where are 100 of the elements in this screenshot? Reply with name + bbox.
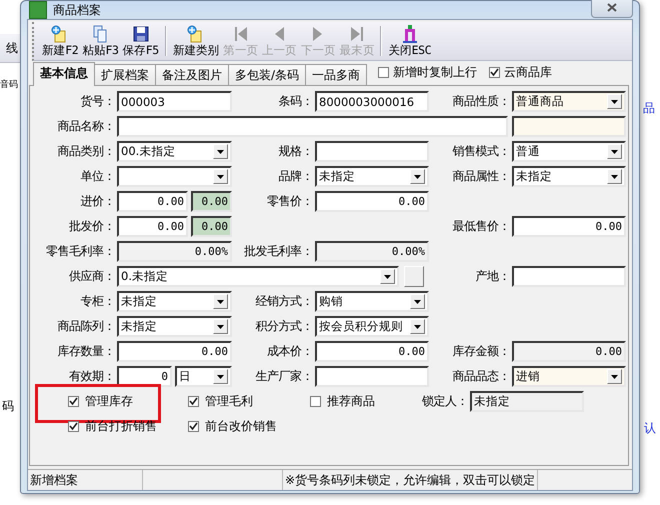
input-field[interactable] [512, 116, 626, 137]
background-text: 认 [644, 420, 656, 437]
dropdown-button[interactable] [410, 169, 425, 184]
dropdown-button[interactable] [213, 369, 228, 384]
checkbox-label: 新增时复制上行 [393, 64, 478, 81]
readonly-field: 0.00 [512, 341, 626, 362]
dropdown-button[interactable] [410, 319, 425, 334]
input-field[interactable]: 0.00 [117, 191, 188, 212]
input-field[interactable]: 0.00 [191, 191, 232, 212]
dropdown-field[interactable]: 日 [175, 366, 232, 387]
caret-icon [217, 374, 224, 378]
caret-icon [217, 174, 224, 178]
dropdown-button[interactable] [607, 94, 622, 109]
dropdown-field[interactable]: 00.未指定 [117, 141, 232, 162]
field-label: 积分方式： [254, 318, 314, 335]
dropdown-button[interactable] [213, 169, 228, 184]
status-text: 新增档案 [28, 470, 143, 490]
field-label: 专柜： [80, 293, 116, 310]
caret-icon [611, 150, 618, 154]
tab[interactable]: 备注及图片 [155, 64, 229, 85]
field-label: 商品陈列： [56, 318, 116, 335]
field-label: 单位： [80, 168, 116, 185]
dropdown-button[interactable] [213, 144, 228, 159]
dropdown-field[interactable]: 0.未指定 [117, 266, 399, 287]
caret-icon [217, 324, 224, 328]
checkbox[interactable] [188, 396, 199, 407]
field-label: 品牌： [278, 168, 314, 185]
caret-icon [384, 274, 391, 278]
caret-icon [414, 324, 421, 328]
dropdown-field[interactable]: 未指定 [315, 166, 429, 187]
dropdown-field[interactable]: 进销 [512, 366, 626, 387]
field-label: 商品名称： [56, 118, 116, 135]
input-field[interactable]: 0.00 [117, 341, 232, 362]
caret-icon [611, 100, 618, 104]
input-field[interactable]: 0.00 [315, 191, 429, 212]
caret-icon [414, 300, 421, 304]
field-label: 有效期： [68, 368, 116, 385]
tab[interactable]: 扩展档案 [94, 64, 156, 85]
tab[interactable]: 一品多商 [305, 64, 368, 85]
input-field[interactable] [315, 366, 429, 387]
checkbox-label: 前台改价销售 [205, 418, 277, 435]
dropdown-button[interactable] [607, 144, 622, 159]
dropdown-button[interactable] [410, 294, 425, 309]
field-label: 库存数量： [56, 343, 116, 360]
checkbox[interactable] [378, 67, 390, 78]
browse-button[interactable] [404, 266, 424, 287]
close-button[interactable] [591, 0, 633, 18]
field-label: 商品性质： [452, 93, 511, 110]
checkbox[interactable] [489, 67, 500, 78]
dropdown-button[interactable] [380, 269, 395, 284]
tab[interactable]: 基本信息 [33, 62, 95, 86]
dropdown-field[interactable]: 购销 [315, 291, 429, 312]
input-field[interactable]: 0.00 [512, 216, 626, 237]
dropdown-field[interactable]: 普通商品 [512, 91, 626, 112]
checkbox-label: 前台打折销售 [85, 418, 157, 435]
dropdown-button[interactable] [607, 369, 622, 384]
dropdown-button[interactable] [213, 319, 228, 334]
checkbox-label: 管理毛利 [205, 393, 253, 410]
toolbar-button[interactable]: 保存F5 [120, 25, 161, 58]
dropdown-field[interactable]: 普通 [512, 141, 626, 162]
caret-icon [217, 150, 224, 154]
field-label: 零售价： [266, 193, 314, 210]
caret-icon [414, 174, 421, 178]
background-text: 音码 [0, 78, 18, 91]
dropdown-field[interactable]: 未指定 [512, 166, 626, 187]
input-field[interactable]: 0.00 [315, 341, 429, 362]
checkbox[interactable] [188, 421, 199, 432]
toolbar-button[interactable]: 新建类别 [170, 25, 222, 58]
field-label: 库存金额： [452, 343, 511, 360]
toolbar-button[interactable]: 关闭ESC [386, 25, 434, 58]
input-field[interactable]: 0.00 [117, 216, 188, 237]
field-label: 锁定人： [421, 393, 469, 410]
input-field[interactable]: 0.00 [191, 216, 232, 237]
checkbox[interactable] [310, 396, 321, 407]
input-field[interactable] [117, 116, 508, 137]
status-text: ※货号条码列未锁定，允许编辑，双击可以锁定 [283, 470, 538, 490]
field-label: 生产厂家： [254, 368, 314, 385]
dropdown-field[interactable] [117, 166, 232, 187]
last-page-icon [349, 25, 365, 43]
field-label: 最低售价： [452, 218, 511, 235]
field-label: 规格： [278, 143, 314, 160]
input-field[interactable]: 8000003000016 [315, 91, 429, 112]
dropdown-button[interactable] [607, 169, 622, 184]
background-text: 码 [2, 398, 14, 415]
field-label: 产地： [474, 268, 511, 285]
toolbar-button[interactable]: 粘贴F3 [80, 25, 120, 58]
checkbox[interactable] [68, 421, 79, 432]
dropdown-button[interactable] [213, 294, 228, 309]
checkbox[interactable] [68, 396, 79, 407]
dropdown-field[interactable]: 按会员积分规则 [315, 316, 429, 337]
dropdown-field[interactable]: 未指定 [117, 316, 232, 337]
input-field[interactable] [315, 141, 429, 162]
field-label: 条码： [278, 93, 314, 110]
toolbar-button[interactable]: 新建F2 [40, 25, 80, 58]
field-label: 批发价： [68, 218, 116, 235]
input-field[interactable] [512, 266, 626, 287]
field-label: 供应商： [68, 268, 116, 285]
tab[interactable]: 多包装/条码 [228, 64, 306, 85]
dropdown-field[interactable]: 未指定 [117, 291, 232, 312]
input-field[interactable]: 000003 [117, 91, 232, 112]
